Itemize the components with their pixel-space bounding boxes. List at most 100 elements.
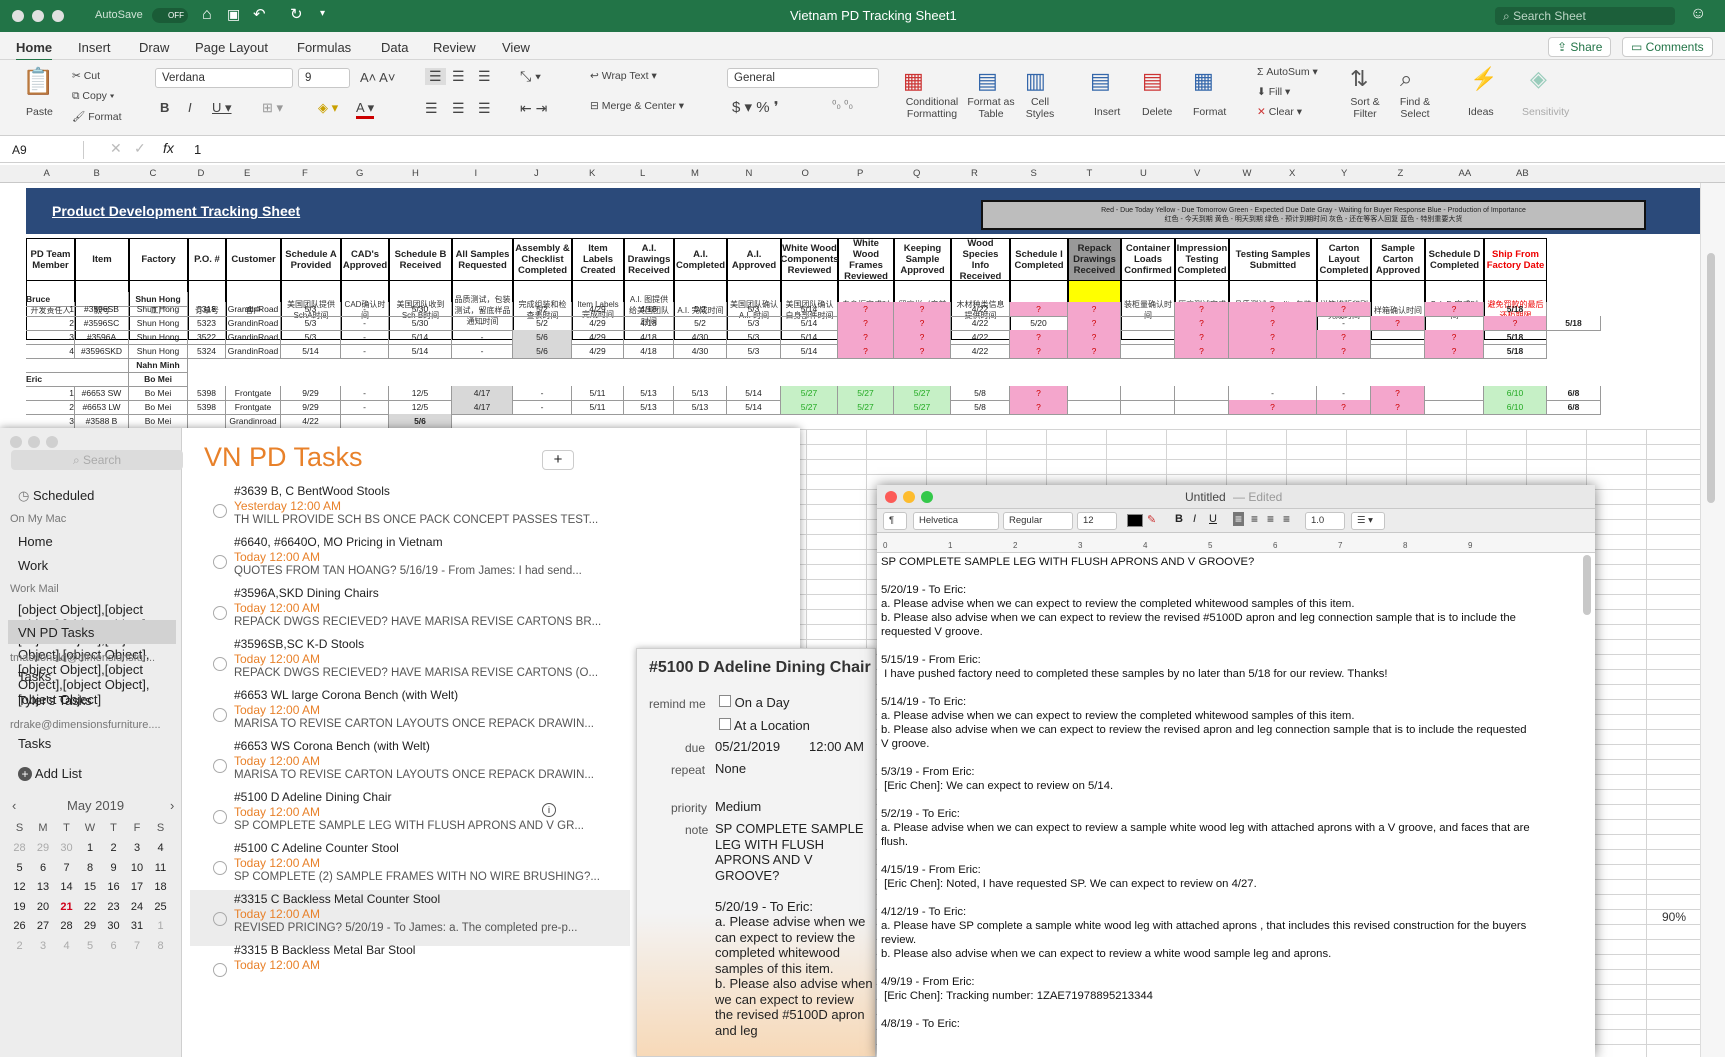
cell-value[interactable]: 5/2: [674, 302, 727, 317]
cell-item[interactable]: #3588 B: [75, 414, 129, 429]
calendar-day[interactable]: 28: [8, 842, 31, 854]
cell-value[interactable]: 5/14: [727, 400, 781, 415]
cell-value[interactable]: [1175, 386, 1229, 401]
column-header-y[interactable]: Y: [1341, 168, 1347, 179]
cell-value[interactable]: 5/18: [1484, 302, 1547, 317]
home-icon[interactable]: ⌂: [202, 6, 212, 24]
currency-icon[interactable]: $ ▾ % ❜: [732, 98, 779, 116]
sidebar-item-home[interactable]: Home: [18, 534, 53, 549]
cell-value[interactable]: 5/3: [281, 302, 341, 317]
task-item[interactable]: #6653 WS Corona Bench (with Welt) Today 1…: [190, 737, 630, 793]
cell-value[interactable]: -: [341, 344, 389, 359]
cell-fac[interactable]: Bo Mei: [129, 386, 188, 401]
tab-data[interactable]: Data: [381, 40, 408, 55]
sort-filter-button[interactable]: Sort & Filter: [1345, 96, 1385, 120]
tab-page-layout[interactable]: Page Layout: [195, 40, 268, 55]
column-header-k[interactable]: K: [589, 168, 595, 179]
calendar-day[interactable]: 4: [149, 842, 172, 854]
calendar-day[interactable]: 6: [32, 862, 55, 874]
cell-value[interactable]: ?: [1425, 344, 1484, 359]
cell-value[interactable]: 6/10: [1484, 386, 1547, 401]
cell-value[interactable]: 5/14: [281, 344, 341, 359]
calendar-day[interactable]: 9: [102, 862, 125, 874]
calendar-day[interactable]: 2: [102, 842, 125, 854]
ruler[interactable]: 0 1 2 3 4 5 6 7 8 9: [877, 533, 1595, 553]
cell-po[interactable]: 5324: [188, 344, 226, 359]
cell-value[interactable]: ?: [1229, 330, 1317, 345]
font-family-select[interactable]: Helvetica: [913, 512, 999, 530]
sidebar-item-tasks-2[interactable]: Tasks: [18, 669, 51, 684]
function-icon[interactable]: fx: [163, 140, 174, 156]
calendar-day[interactable]: 28: [55, 920, 78, 932]
close-button[interactable]: [885, 491, 897, 503]
delete-cells-icon[interactable]: ▤: [1142, 68, 1163, 94]
ideas-icon[interactable]: ⚡: [1470, 66, 1497, 92]
due-date-field[interactable]: 05/21/2019: [715, 739, 780, 754]
cell-value[interactable]: ?: [1010, 344, 1068, 359]
cell-value[interactable]: 4/18: [624, 344, 674, 359]
cell-cust[interactable]: GrandinRoad: [226, 330, 281, 345]
calendar-day[interactable]: 2: [8, 940, 31, 952]
font-style-select[interactable]: Regular: [1003, 512, 1073, 530]
cell-value[interactable]: -: [1317, 386, 1371, 401]
list-style-select[interactable]: ☰ ▾: [1351, 512, 1385, 530]
table-row[interactable]: 3 #3588 B Bo Mei Grandinroad 4/22 5/6: [26, 414, 452, 429]
sidebar-item-scheduled[interactable]: ◷ Scheduled: [18, 488, 94, 504]
scrollbar-thumb[interactable]: [1707, 253, 1715, 503]
cell-value[interactable]: 6/8: [1547, 400, 1601, 415]
paste-icon[interactable]: 📋: [22, 66, 54, 97]
cell-value[interactable]: -: [1229, 386, 1317, 401]
sidebar-item-tylers-tasks[interactable]: Tyler's Tasks: [18, 693, 92, 708]
search-input[interactable]: ⌕ Search: [11, 450, 183, 470]
cell-item[interactable]: #3596SB: [75, 302, 129, 317]
cell-value[interactable]: ?: [1371, 400, 1425, 415]
cell-po[interactable]: 3522: [188, 330, 226, 345]
cell-fac[interactable]: Shun Hong: [129, 330, 188, 345]
cell-value[interactable]: ?: [894, 302, 951, 317]
cell-value[interactable]: 4/29: [572, 302, 624, 317]
cell-n[interactable]: 1: [26, 302, 75, 317]
cell-value[interactable]: 5/6: [389, 414, 452, 429]
task-item[interactable]: #3639 B, C BentWood Stools Yesterday 12:0…: [190, 482, 630, 538]
cell-value[interactable]: 5/14: [389, 330, 452, 345]
align-middle-icon[interactable]: ☰: [452, 68, 465, 85]
cell-value[interactable]: -: [513, 400, 572, 415]
minimize-button[interactable]: [28, 436, 40, 448]
copy-button[interactable]: ⧉ Copy ▾: [72, 90, 114, 103]
cell-value[interactable]: 5/2: [513, 302, 572, 317]
cell-n[interactable]: 2: [26, 400, 75, 415]
priority-select[interactable]: Medium: [715, 799, 761, 814]
delete-cells-button[interactable]: Delete: [1142, 106, 1172, 118]
cell-value[interactable]: 5/2: [513, 316, 572, 331]
tab-review[interactable]: Review: [433, 40, 476, 55]
cell-value[interactable]: -: [341, 316, 389, 331]
cell-value[interactable]: 5/14: [781, 330, 838, 345]
cell-value[interactable]: 5/3: [727, 302, 781, 317]
cell-value[interactable]: ?: [1317, 400, 1371, 415]
format-as-table-button[interactable]: Format as Table: [966, 96, 1016, 120]
tab-home[interactable]: Home: [16, 40, 53, 61]
cell-value[interactable]: 5/27: [838, 386, 894, 401]
insert-cells-button[interactable]: Insert: [1094, 106, 1120, 118]
zoom-button[interactable]: [46, 436, 58, 448]
close-button[interactable]: [10, 436, 22, 448]
fill-color-icon[interactable]: ◈ ▾: [318, 100, 338, 116]
column-header-aa[interactable]: AA: [1459, 168, 1472, 179]
calendar-day[interactable]: 4: [55, 940, 78, 952]
number-format-select[interactable]: General: [727, 68, 879, 88]
task-checkbox[interactable]: [213, 912, 227, 926]
vertical-scrollbar[interactable]: [1700, 183, 1725, 1057]
calendar-day[interactable]: 31: [126, 920, 149, 932]
calendar-day[interactable]: 5: [79, 940, 102, 952]
cell-value[interactable]: ?: [1229, 302, 1317, 317]
cell-n[interactable]: 1: [26, 386, 75, 401]
calendar-day[interactable]: 8: [79, 862, 102, 874]
cell-value[interactable]: 5/3: [281, 316, 341, 331]
task-checkbox[interactable]: [213, 606, 227, 620]
calendar-day[interactable]: 7: [126, 940, 149, 952]
cell-value[interactable]: ?: [894, 316, 951, 331]
align-center-icon[interactable]: ≡: [1251, 512, 1258, 526]
justify-icon[interactable]: ≡: [1283, 512, 1290, 526]
column-header-l[interactable]: L: [640, 168, 645, 179]
cell-value[interactable]: [1068, 400, 1121, 415]
